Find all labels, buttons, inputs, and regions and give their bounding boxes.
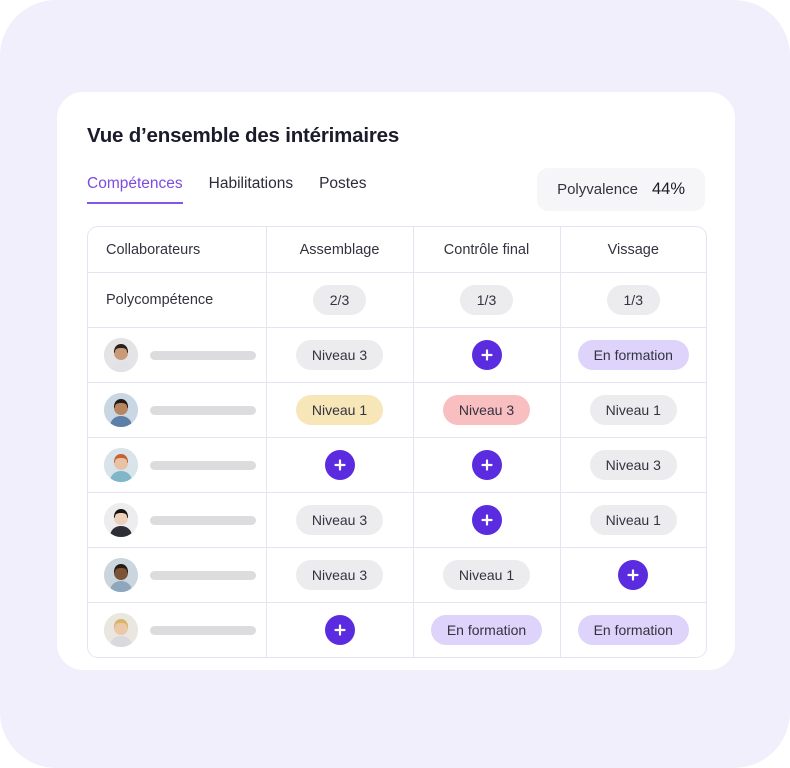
tab-comp-tences[interactable]: Compétences <box>87 175 183 204</box>
ratio-chip: 1/3 <box>606 284 660 316</box>
summary-ratio-cell: 2/3 <box>266 272 414 328</box>
column-header-2: Contrôle final <box>413 227 561 273</box>
avatar-person-2 <box>104 393 138 427</box>
table-row: Niveau 1 Niveau 3 Niveau 1 <box>88 382 706 438</box>
table-header-row: Collaborateurs Assemblage Contrôle final Vi… <box>88 227 706 273</box>
collaborator-name-redacted <box>150 405 256 415</box>
skill-cell: Niveau 1 <box>560 492 706 548</box>
collaborator-name-redacted <box>150 460 256 470</box>
ratio-chip: 2/3 <box>312 284 367 316</box>
skill-level-chip[interactable]: Niveau 1 <box>442 559 531 591</box>
add-skill-button[interactable] <box>471 340 502 370</box>
skill-cell: Niveau 3 <box>560 437 706 493</box>
skill-level-chip[interactable]: Niveau 3 <box>295 339 384 371</box>
table-row: Niveau 3 Niveau 1 <box>88 547 706 603</box>
skill-cell: Niveau 1 <box>560 382 706 438</box>
collaborator-name-redacted <box>150 570 256 580</box>
avatar-person-1 <box>104 338 138 372</box>
skill-cell <box>413 437 561 493</box>
skill-cell <box>266 437 414 493</box>
skill-level-chip[interactable]: Niveau 1 <box>589 504 677 536</box>
summary-row: Polycompétence 2/3 1/3 1/3 <box>88 272 706 328</box>
avatar-person-6 <box>104 613 138 647</box>
skill-level-chip[interactable]: En formation <box>577 339 689 371</box>
column-header-3: Vissage <box>560 227 706 273</box>
summary-ratio-cell: 1/3 <box>413 272 561 328</box>
skill-cell <box>560 547 706 603</box>
skill-cell: En formation <box>413 602 561 657</box>
skill-cell <box>266 602 414 657</box>
table-row: Niveau 3 Niveau 1 <box>88 492 706 548</box>
collaborator-name-redacted <box>150 515 256 525</box>
app-background: Vue d’ensemble des intérimaires Compéten… <box>0 0 790 768</box>
avatar-person-3 <box>104 448 138 482</box>
add-skill-button[interactable] <box>471 505 502 535</box>
skill-cell: En formation <box>560 603 706 658</box>
skill-level-chip[interactable]: En formation <box>577 614 689 646</box>
skill-level-chip[interactable]: Niveau 1 <box>589 394 677 426</box>
collaborator-name-redacted <box>150 350 256 360</box>
overview-card: Vue d’ensemble des intérimaires Compéten… <box>57 92 735 670</box>
skill-level-chip[interactable]: Niveau 3 <box>295 559 384 591</box>
table-row: Niveau 3 <box>88 437 706 493</box>
ratio-chip: 1/3 <box>459 284 514 316</box>
tab-bar: Compétences Habilitations Postes <box>87 175 366 204</box>
skill-cell: Niveau 1 <box>413 547 561 603</box>
collaborator-cell <box>88 382 267 438</box>
column-header-0: Collaborateurs <box>88 227 267 273</box>
summary-ratio-cell: 1/3 <box>560 272 706 328</box>
skill-cell: Niveau 3 <box>266 547 414 603</box>
tab-postes[interactable]: Postes <box>319 175 366 202</box>
skill-level-chip[interactable]: Niveau 1 <box>295 394 384 426</box>
add-skill-button[interactable] <box>471 450 502 480</box>
skill-level-chip[interactable]: Niveau 3 <box>589 449 677 481</box>
add-skill-button[interactable] <box>618 560 649 590</box>
skill-cell <box>413 492 561 548</box>
skill-cell: Niveau 3 <box>266 492 414 548</box>
collaborator-name-redacted <box>150 625 256 635</box>
table-row: Niveau 3 En formation <box>88 327 706 383</box>
polyvalence-label: Polyvalence <box>557 181 638 198</box>
skill-level-chip[interactable]: Niveau 3 <box>295 504 384 536</box>
skill-cell: Niveau 3 <box>266 327 414 383</box>
tab-habilitations[interactable]: Habilitations <box>209 175 293 202</box>
collaborator-cell <box>88 547 267 603</box>
skill-level-chip[interactable]: En formation <box>430 614 543 646</box>
collaborator-cell <box>88 327 267 383</box>
page-title: Vue d’ensemble des intérimaires <box>87 124 400 147</box>
skill-cell: En formation <box>560 327 706 383</box>
collaborator-cell <box>88 602 267 657</box>
collaborator-cell <box>88 437 267 493</box>
skill-cell: Niveau 1 <box>266 382 414 438</box>
polyvalence-badge: Polyvalence 44% <box>537 168 705 211</box>
skill-cell: Niveau 3 <box>413 382 561 438</box>
skill-level-chip[interactable]: Niveau 3 <box>442 394 531 426</box>
add-skill-button[interactable] <box>324 450 355 480</box>
skills-matrix: Collaborateurs Assemblage Contrôle final Vi… <box>87 226 707 658</box>
avatar-person-5 <box>104 558 138 592</box>
table-row: En formation En formation <box>88 602 706 658</box>
avatar-person-4 <box>104 503 138 537</box>
skill-cell <box>413 327 561 383</box>
collaborator-cell <box>88 492 267 548</box>
add-skill-button[interactable] <box>324 615 355 645</box>
card-toolbar: Compétences Habilitations Postes Polyvalen… <box>87 168 705 215</box>
summary-row-label: Polycompétence <box>88 272 267 328</box>
polyvalence-value: 44% <box>651 180 685 198</box>
column-header-1: Assemblage <box>266 227 414 273</box>
